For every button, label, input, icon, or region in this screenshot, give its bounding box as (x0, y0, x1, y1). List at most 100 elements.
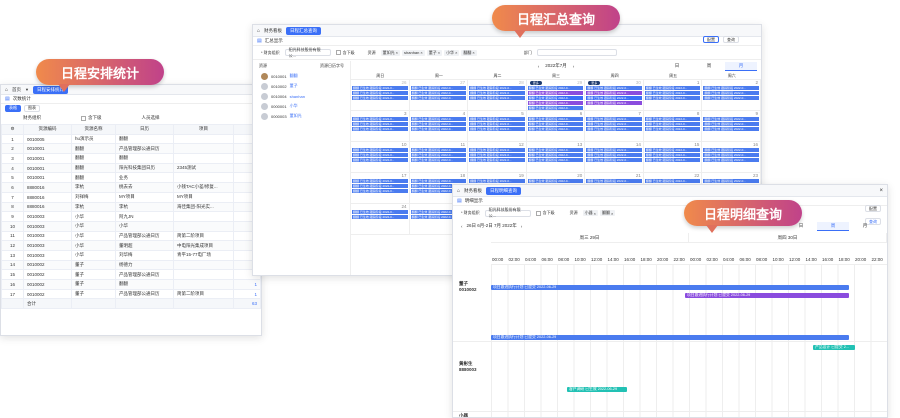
home-tab[interactable]: 首页 (12, 87, 21, 93)
detail-org-select[interactable]: 阳光科技股份有限公... (484, 207, 531, 218)
day-cell[interactable]: 29翻翻 已生效 跟踪阶段 2022-0...翻翻 已生效 跟踪阶段 2022-… (526, 80, 586, 111)
calendar-event[interactable]: 翻翻 已生效 跟踪阶段 2022-0... (586, 91, 642, 95)
home-icon[interactable]: ⌂ (457, 188, 460, 194)
calendar-event[interactable]: 翻翻 已生效 跟踪阶段 2022-0... (527, 86, 584, 90)
calendar-event[interactable]: 翻翻 已生效 跟踪阶段 2022-0... (703, 91, 759, 95)
calendar-event[interactable]: 翻翻 已生效 跟踪阶段 2022-0... (527, 122, 584, 126)
calendar-event[interactable]: 翻翻 已生效 跟踪阶段 2022-0... (527, 117, 584, 121)
day-cell[interactable]: 9 翻翻 已生效 跟踪阶段 2022-0... 翻翻 已生效 跟踪阶段 2022-0… (702, 111, 761, 142)
calendar-event[interactable]: 翻翻 已生效 跟踪阶段 2022-0... (586, 148, 642, 152)
calendar-event[interactable]: 翻翻 已生效 跟踪阶段 2022-0... (586, 117, 642, 121)
dept-select[interactable] (536, 49, 617, 56)
calendar-event[interactable]: 翻翻 已生效 跟踪阶段 2022-0... (410, 122, 467, 126)
resource-chip[interactable]: 董子 × (426, 49, 443, 56)
table-row[interactable]: 7 8880016 刘祥梅 MY项目 MY项目 (1, 191, 261, 203)
table-row[interactable]: 16 0010002 董子 翻翻 1 (1, 279, 261, 290)
chevron-down-icon[interactable]: ▼ (25, 87, 29, 92)
calendar-event[interactable]: 翻翻 已生效 跟踪阶段 2022-0... (703, 148, 759, 152)
day-cell[interactable]: 16 翻翻 已生效 跟踪阶段 2022-0... 翻翻 已生效 跟踪阶段 2022-… (702, 142, 761, 173)
calendar-event[interactable]: 翻翻 已生效 跟踪阶段 2022-0... (410, 117, 467, 121)
calendar-event[interactable]: 翻翻 已生效 跟踪阶段 2022-0... (644, 153, 701, 157)
calendar-event[interactable]: 翻翻 已生效 跟踪阶段 2022-0... (352, 215, 408, 219)
view-tab-1[interactable]: 周 (817, 221, 849, 231)
resource-item[interactable]: 0000001 小华 (253, 101, 350, 111)
calendar-event[interactable]: 翻翻 已生效 跟踪阶段 2022-0... (527, 96, 584, 100)
close-icon[interactable]: × (879, 188, 883, 194)
calendar-event[interactable]: 翻翻 已生效 跟踪阶段 2022-0... (469, 148, 525, 152)
day-cell[interactable]: 17 翻翻 已生效 跟踪阶段 2022-0... 翻翻 已生效 跟踪阶段 2022-… (351, 173, 410, 204)
home-icon[interactable]: ⌂ (5, 87, 8, 93)
day-cell[interactable]: 2 翻翻 已生效 跟踪阶段 2022-0... 翻翻 已生效 跟踪阶段 2022-0… (702, 80, 761, 111)
calendar-event[interactable]: 翻翻 已生效 跟踪阶段 2022-0... (352, 189, 408, 193)
more-badge[interactable]: 更多 (588, 81, 601, 85)
calendar-event[interactable]: 翻翻 已生效 跟踪阶段 2022-0... (410, 158, 467, 162)
calendar-event[interactable]: 翻翻 已生效 跟踪阶段 2022-0... (586, 86, 642, 90)
resource-item[interactable]: 0000003 董如光 (253, 111, 350, 121)
calendar-event[interactable]: 翻翻 已生效 跟踪阶段 2022-0... (586, 122, 642, 126)
calendar-event[interactable]: 翻翻 已生效 跟踪阶段 2022-0... (703, 86, 759, 90)
table-row[interactable]: 17 0010002 董子 产品管理部公通日历 简第二阶项目 1 (1, 288, 261, 300)
calendar-event[interactable]: 翻翻 已生效 跟踪阶段 2022-0... (352, 96, 408, 100)
calendar-event[interactable]: 翻翻 已生效 跟踪阶段 2022-0... (644, 91, 701, 95)
calendar-event[interactable]: 翻翻 已生效 跟踪阶段 2022-0... (352, 91, 408, 95)
calendar-event[interactable]: 翻翻 已生效 跟踪阶段 2022-0... (644, 96, 701, 100)
calendar-event[interactable]: 翻翻 已生效 跟踪阶段 2022-0... (527, 148, 584, 152)
table-row[interactable]: 3 0010001 翻翻 翻翻 (1, 153, 261, 164)
calendar-event[interactable]: 翻翻 已生效 跟踪阶段 2022-0... (527, 101, 584, 105)
calendar-event[interactable]: 翻翻 已生效 跟踪阶段 2022-0... (410, 96, 467, 100)
calendar-event[interactable]: 翻翻 已生效 跟踪阶段 2022-0... (410, 153, 467, 157)
calendar-event[interactable]: 翻翻 已生效 跟踪阶段 2022-0... (469, 117, 525, 121)
calendar-event[interactable]: 翻翻 已生效 跟踪阶段 2022-0... (703, 153, 759, 157)
timeline-event[interactable]: 产品设计 已提交 2... (813, 345, 855, 350)
more-badge[interactable]: 更多 (529, 81, 542, 85)
calendar-event[interactable]: 翻翻 已生效 跟踪阶段 2022-0... (469, 158, 525, 162)
day-cell[interactable]: 7 翻翻 已生效 跟踪阶段 2022-0... 翻翻 已生效 跟踪阶段 2022-0… (585, 111, 644, 142)
resource-chip[interactable]: 翻翻 × (461, 49, 477, 56)
resource-item[interactable]: 0010001 翻翻 (253, 71, 350, 81)
tab-dashboard[interactable]: 财务看板 (464, 188, 482, 194)
day-cell[interactable]: 30翻翻 已生效 跟踪阶段 2022-0...翻翻 已生效 跟踪阶段 2022-… (585, 80, 644, 111)
calendar-event[interactable]: 翻翻 已生效 跟踪阶段 2022-0... (527, 179, 584, 183)
table-row[interactable]: 13 0010003 小华 刘华梅 青平15-77电厂场 (1, 249, 261, 261)
close-icon[interactable]: × (438, 50, 440, 55)
calendar-event[interactable]: 翻翻 已生效 跟踪阶段 2022-0... (703, 122, 759, 126)
calendar-event[interactable]: 翻翻 已生效 跟踪阶段 2022-0... (352, 122, 408, 126)
resource-chip[interactable]: shanhan × (402, 49, 425, 56)
settings-icon[interactable]: ⚙ (1, 124, 24, 135)
calendar-event[interactable]: 翻翻 已生效 跟踪阶段 2022-0... (352, 86, 408, 90)
detail-resource-chips[interactable]: 小器 × 翻翻 × (582, 210, 618, 216)
timeline-event[interactable]: 客户调研 已生效 2022-06-29 (567, 387, 627, 392)
table-row[interactable]: 9 0010003 小华 阿九JN (1, 211, 261, 222)
org-select[interactable]: 阳光科技股份有限公... (284, 47, 331, 58)
calendar-event[interactable]: 翻翻 已生效 跟踪阶段 2022-0... (644, 86, 701, 90)
close-icon[interactable]: × (594, 211, 596, 216)
resource-chips[interactable]: 董如光 × shanhan × 董子 × 小华 × 翻翻 × (380, 49, 479, 56)
resource-chip[interactable]: 董如光 × (380, 49, 401, 56)
detail-config-button[interactable]: 配置 (865, 205, 881, 212)
calendar-event[interactable]: 翻翻 已生效 跟踪阶段 2022-0... (410, 179, 467, 183)
view-tab-2[interactable]: 月 (725, 61, 757, 71)
close-icon[interactable]: × (611, 211, 613, 216)
calendar-event[interactable]: 翻翻 已生效 跟踪阶段 2022-0... (352, 179, 408, 183)
calendar-event[interactable]: 翻翻 已生效 跟踪阶段 2022-0... (527, 127, 584, 131)
day-cell[interactable]: 11 翻翻 已生效 跟踪阶段 2022-0... 翻翻 已生效 跟踪阶段 2022-… (409, 142, 469, 173)
calendar-event[interactable]: 翻翻 已生效 跟踪阶段 2022-0... (586, 96, 642, 100)
day-cell[interactable]: 13 翻翻 已生效 跟踪阶段 2022-0... 翻翻 已生效 跟踪阶段 2022-… (526, 142, 586, 173)
day-cell[interactable]: 24 翻翻 已生效 跟踪阶段 2022-0... 翻翻 已生效 跟踪阶段 2022-… (351, 204, 410, 235)
calendar-event[interactable]: 翻翻 已生效 跟踪阶段 2022-0... (644, 117, 701, 121)
calendar-event[interactable]: 翻翻 已生效 跟踪阶段 2022-0... (469, 91, 525, 95)
table-row[interactable]: 5 0010001 翻翻 业务 (1, 172, 261, 184)
view-tab-2[interactable]: 月 (849, 222, 881, 231)
table-row[interactable]: 2 0010001 翻翻 产品管理部公通日历 (1, 143, 261, 155)
prev-month-icon[interactable]: ‹ (538, 64, 540, 69)
day-cell[interactable]: 26翻翻 已生效 跟踪阶段 2022-0...翻翻 已生效 跟踪阶段 2022-… (351, 80, 410, 111)
day-cell[interactable]: 12 翻翻 已生效 跟踪阶段 2022-0... 翻翻 已生效 跟踪阶段 2022-… (468, 142, 527, 173)
view-tab-0[interactable]: 日 (661, 62, 693, 71)
calendar-event[interactable]: 翻翻 已生效 跟踪阶段 2022-0... (703, 96, 759, 100)
next-week-icon[interactable]: › (521, 224, 523, 229)
calendar-event[interactable]: 翻翻 已生效 跟踪阶段 2022-0... (586, 158, 642, 162)
day-cell[interactable]: 8 翻翻 已生效 跟踪阶段 2022-0... 翻翻 已生效 跟踪阶段 2022-0… (643, 111, 703, 142)
day-cell[interactable]: 10 翻翻 已生效 跟踪阶段 2022-0... 翻翻 已生效 跟踪阶段 2022-… (351, 142, 410, 173)
query-button[interactable]: 查询 (723, 36, 739, 43)
calendar-event[interactable]: 翻翻 已生效 跟踪阶段 2022-0... (586, 153, 642, 157)
